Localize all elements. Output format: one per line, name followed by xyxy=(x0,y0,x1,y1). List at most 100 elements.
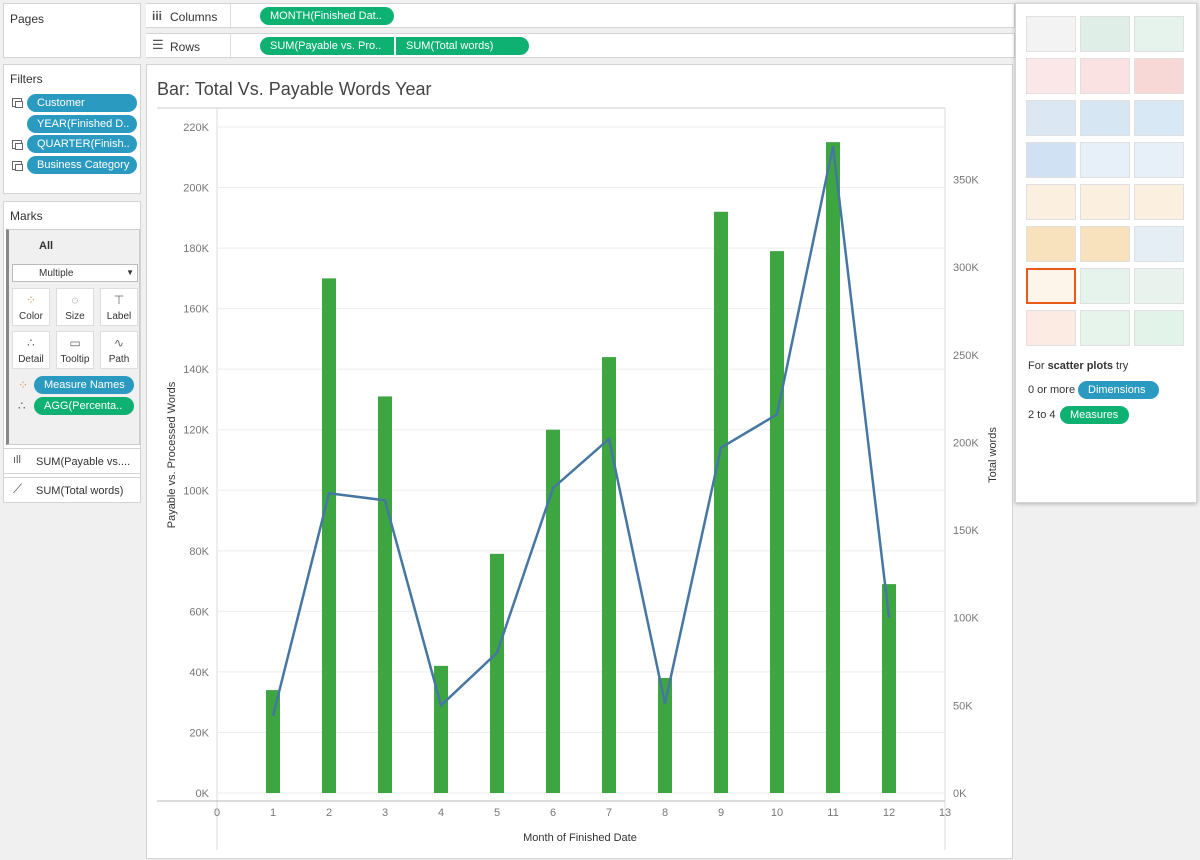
horizontal-bars-thumb[interactable] xyxy=(1026,100,1076,136)
detail-button[interactable]: ∴ Detail xyxy=(12,331,50,369)
filter-pill-quarter[interactable]: QUARTER(Finish.. xyxy=(27,135,137,153)
x-axis-title: Month of Finished Date xyxy=(523,832,637,844)
dimensions-pill: Dimensions xyxy=(1078,381,1159,399)
chart-svg: 0K20K40K60K80K100K120K140K160K180K200K22… xyxy=(157,107,999,850)
bar xyxy=(714,211,728,793)
filter-icon xyxy=(12,161,23,171)
marks-card-payable[interactable]: ıll SUM(Payable vs.... xyxy=(3,448,141,474)
path-label: Path xyxy=(108,354,130,365)
show-me-hint-prefix: For xyxy=(1028,360,1048,372)
side-by-side-bars-thumb[interactable] xyxy=(1134,100,1184,136)
detail-label: Detail xyxy=(18,354,44,365)
filters-title: Filters xyxy=(10,72,43,86)
y2-axis-title: Total words xyxy=(987,427,999,483)
y-tick-label: 20K xyxy=(189,727,209,739)
bar xyxy=(602,357,616,793)
scatter-plot-thumb[interactable] xyxy=(1026,268,1076,304)
y-tick-label: 0K xyxy=(196,788,210,800)
x-tick-label: 4 xyxy=(438,807,444,819)
rows-pill-total-words[interactable]: SUM(Total words) xyxy=(396,37,529,55)
bar xyxy=(770,251,784,794)
detail-icon: ∴ xyxy=(18,399,26,413)
y-tick-label: 60K xyxy=(189,606,209,618)
mark-type-dropdown[interactable]: Multiple ▼ xyxy=(12,264,138,282)
x-tick-label: 8 xyxy=(662,807,668,819)
bar xyxy=(266,690,280,793)
filter-pill-customer[interactable]: Customer xyxy=(27,94,137,112)
y-tick-label: 180K xyxy=(183,243,209,255)
area-discrete-thumb[interactable] xyxy=(1080,226,1130,262)
filter-pill-business-category[interactable]: Business Category xyxy=(27,156,137,174)
rows-shelf[interactable]: ☰ Rows SUM(Payable vs. Pro.. SUM(Total w… xyxy=(146,33,1015,59)
bar xyxy=(322,278,336,793)
show-me-hint-suffix: try xyxy=(1112,360,1129,372)
marks-title: Marks xyxy=(10,209,43,223)
y2-tick-label: 200K xyxy=(953,437,979,449)
side-by-side-circles-thumb[interactable] xyxy=(1134,142,1184,178)
mark-type-value: Multiple xyxy=(39,268,74,279)
gantt-thumb[interactable] xyxy=(1026,310,1076,346)
filter-pill-year[interactable]: YEAR(Finished D.. xyxy=(27,115,137,133)
columns-pill-month[interactable]: MONTH(Finished Dat.. xyxy=(260,7,394,25)
rows-pill-payable[interactable]: SUM(Payable vs. Pro.. xyxy=(260,37,394,55)
size-label: Size xyxy=(65,311,85,322)
x-tick-label: 11 xyxy=(827,807,838,819)
text-table-thumb[interactable] xyxy=(1026,16,1076,52)
filter-icon xyxy=(12,140,23,150)
show-me-panel[interactable]: For scatter plots try 0 or more Dimensio… xyxy=(1015,3,1197,503)
filters-panel[interactable]: Filters Customer YEAR(Finished D.. QUART… xyxy=(3,64,141,194)
circle-views-thumb[interactable] xyxy=(1080,142,1130,178)
label-button[interactable]: ⊤ Label xyxy=(100,288,138,326)
y2-tick-label: 150K xyxy=(953,525,979,537)
y2-tick-label: 100K xyxy=(953,613,979,625)
marks-card-total-words[interactable]: ⟋ SUM(Total words) xyxy=(3,477,141,503)
marks-all-label: All xyxy=(39,240,54,252)
size-button[interactable]: ◌ Size xyxy=(56,288,94,326)
y2-tick-label: 0K xyxy=(953,788,967,800)
bullet-graph-thumb[interactable] xyxy=(1080,310,1130,346)
continuous-lines-thumb[interactable] xyxy=(1026,184,1076,220)
y2-tick-label: 300K xyxy=(953,262,979,274)
filter-icon xyxy=(12,98,23,108)
x-tick-label: 7 xyxy=(606,807,612,819)
columns-shelf[interactable]: iii Columns MONTH(Finished Dat.. xyxy=(146,3,1015,29)
treemap-thumb[interactable] xyxy=(1026,142,1076,178)
tooltip-button[interactable]: ▭ Tooltip xyxy=(56,331,94,369)
total-words-line xyxy=(271,146,891,717)
x-tick-label: 5 xyxy=(494,807,500,819)
chart-view[interactable]: Bar: Total Vs. Payable Words Year 0K 20K 4… xyxy=(146,64,1013,859)
filled-map-thumb[interactable] xyxy=(1080,58,1130,94)
area-continuous-thumb[interactable] xyxy=(1026,226,1076,262)
bar xyxy=(658,677,672,793)
rows-icon: ☰ xyxy=(152,37,164,52)
bar xyxy=(378,396,392,793)
color-icon: ⁘ xyxy=(25,293,37,307)
color-label: Color xyxy=(19,311,43,322)
dual-combination-thumb[interactable] xyxy=(1134,226,1184,262)
pie-chart-thumb[interactable] xyxy=(1134,58,1184,94)
measures-pill: Measures xyxy=(1060,406,1129,424)
discrete-lines-thumb[interactable] xyxy=(1080,184,1130,220)
symbol-map-thumb[interactable] xyxy=(1026,58,1076,94)
y-tick-label: 80K xyxy=(189,546,209,558)
tooltip-label: Tooltip xyxy=(60,354,90,365)
path-button[interactable]: ∿ Path xyxy=(100,331,138,369)
bar-chart-icon: ıll xyxy=(13,454,21,466)
x-tick-label: 13 xyxy=(939,807,951,819)
marks-pill-percentage[interactable]: AGG(Percenta.. xyxy=(34,397,134,415)
packed-bubbles-thumb[interactable] xyxy=(1134,310,1184,346)
histogram-thumb[interactable] xyxy=(1080,268,1130,304)
box-whisker-thumb[interactable] xyxy=(1134,268,1184,304)
path-icon: ∿ xyxy=(113,336,125,350)
stacked-bars-thumb[interactable] xyxy=(1080,100,1130,136)
color-button[interactable]: ⁘ Color xyxy=(12,288,50,326)
pages-panel[interactable]: Pages xyxy=(3,3,141,58)
heat-map-thumb[interactable] xyxy=(1080,16,1130,52)
y-tick-label: 160K xyxy=(183,304,209,316)
y-tick-label: 100K xyxy=(183,485,209,497)
highlight-table-thumb[interactable] xyxy=(1134,16,1184,52)
marks-pill-measure-names[interactable]: Measure Names xyxy=(34,376,134,394)
dual-lines-thumb[interactable] xyxy=(1134,184,1184,220)
y-tick-label: 40K xyxy=(189,667,209,679)
marks-card-all[interactable]: All Multiple ▼ ⁘ Color ◌ Size ⊤ Label ∴ Deta… xyxy=(6,229,140,445)
